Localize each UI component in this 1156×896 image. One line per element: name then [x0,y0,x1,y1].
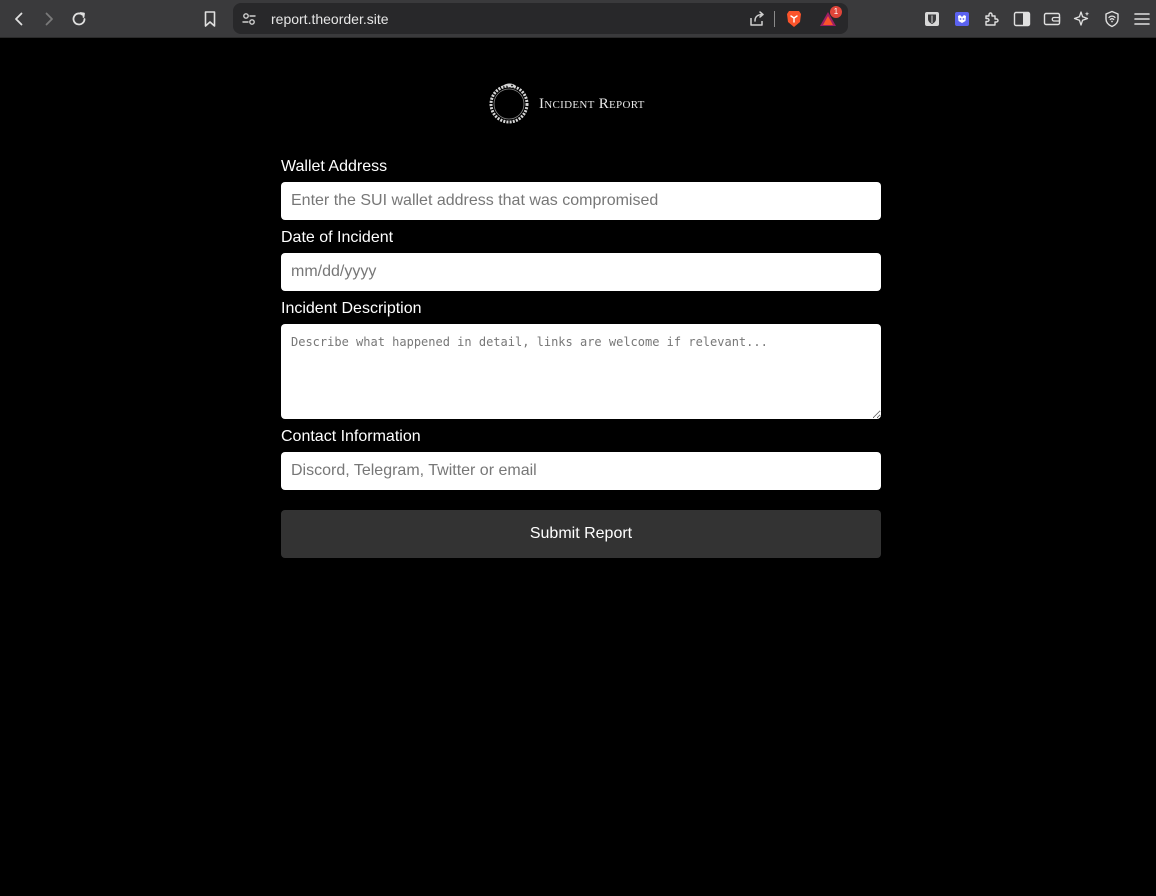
back-icon[interactable] [7,7,31,31]
incident-description-label: Incident Description [281,300,422,317]
site-logo: Incident Report [487,82,645,126]
leo-ai-icon[interactable] [1070,7,1094,31]
menu-hamburger-icon[interactable] [1130,7,1154,31]
contact-information-input[interactable] [281,452,881,490]
extensions-puzzle-icon[interactable] [980,7,1004,31]
brave-wallet-icon[interactable] [1040,7,1064,31]
wallet-address-input[interactable] [281,182,881,220]
bookmark-icon[interactable] [198,7,222,31]
wallet-address-label: Wallet Address [281,158,388,175]
submit-report-button[interactable]: Submit Report [281,510,881,558]
share-icon[interactable] [745,7,769,31]
vpn-shield-icon[interactable] [1100,7,1124,31]
reload-icon[interactable] [67,7,91,31]
url-text[interactable]: report.theorder.site [271,11,389,27]
incident-date-input[interactable] [281,253,881,291]
address-bar-separator [774,11,775,27]
wallet-extension-icon[interactable] [950,7,974,31]
site-settings-icon[interactable] [237,7,261,31]
contact-information-label: Contact Information [281,428,421,445]
incident-date-label: Date of Incident [281,229,394,246]
rewards-notification-badge: 1 [830,6,842,18]
bitwarden-extension-icon[interactable] [920,7,944,31]
page-title: Incident Report [539,95,645,112]
brave-shields-icon[interactable] [782,7,806,31]
address-bar[interactable]: report.theorder.site [233,3,848,34]
ouroboros-logo-icon [487,80,531,129]
sidebar-toggle-icon[interactable] [1010,7,1034,31]
forward-icon[interactable] [37,7,61,31]
incident-description-textarea[interactable] [281,324,881,419]
browser-toolbar: report.theorder.site 1 [0,0,1156,38]
